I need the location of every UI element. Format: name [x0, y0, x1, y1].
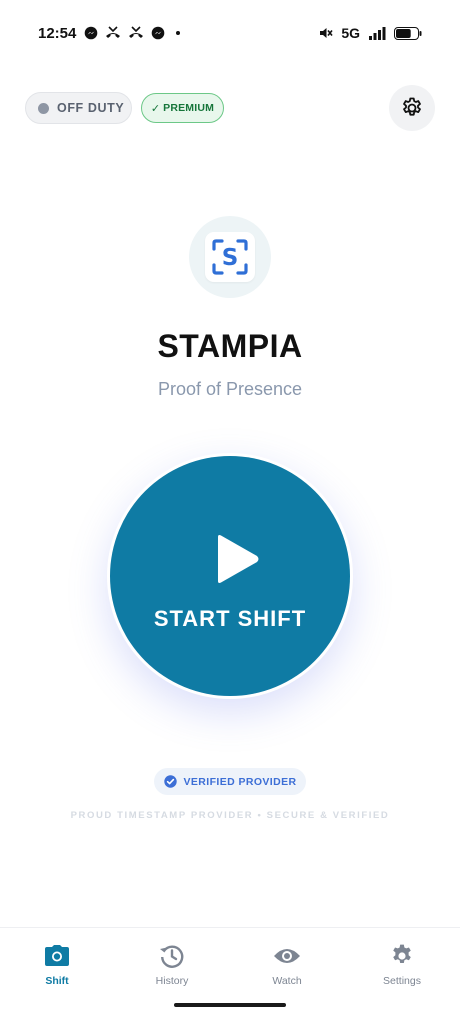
- status-bar: 12:54 5G: [0, 0, 460, 68]
- start-shift-button[interactable]: START SHIFT: [107, 453, 353, 699]
- status-time: 12:54: [38, 25, 77, 42]
- verified-provider-badge: VERIFIED PROVIDER: [154, 768, 306, 795]
- nav-label: Watch: [272, 975, 302, 987]
- app-logo: S: [189, 216, 271, 298]
- notification-icons: [84, 26, 180, 40]
- nav-item-settings[interactable]: Settings: [357, 942, 447, 987]
- play-icon: [218, 535, 259, 583]
- home-indicator[interactable]: [174, 1003, 286, 1007]
- missed-call-icon: [129, 26, 143, 38]
- messenger-icon: [84, 26, 98, 40]
- app-subtitle: Proof of Presence: [157, 379, 303, 399]
- premium-badge[interactable]: ✓ PREMIUM: [141, 93, 224, 123]
- system-icons: 5G: [318, 25, 422, 41]
- battery-icon: [394, 26, 422, 40]
- nav-label: Shift: [45, 975, 69, 987]
- more-notifications-dot: [176, 31, 180, 35]
- network-type: 5G: [341, 25, 360, 41]
- verified-label: VERIFIED PROVIDER: [183, 775, 297, 788]
- camera-icon: [45, 945, 69, 966]
- nav-label: Settings: [383, 975, 421, 987]
- gear-icon: [403, 97, 421, 116]
- mute-icon: [320, 28, 333, 38]
- messenger-icon: [151, 26, 165, 40]
- nav-label: History: [155, 975, 189, 987]
- eye-icon: [274, 949, 300, 963]
- stampia-logo-icon: S: [212, 239, 248, 275]
- settings-button[interactable]: [389, 85, 435, 131]
- nav-item-history[interactable]: History: [127, 942, 217, 987]
- signal-icon: [369, 26, 386, 40]
- bottom-navigation: Shift History Watch Settings: [0, 927, 460, 1025]
- svg-text:S: S: [222, 245, 239, 271]
- nav-item-shift[interactable]: Shift: [12, 942, 102, 987]
- verified-check-icon: [163, 775, 177, 788]
- app-title: STAMPIA: [157, 328, 303, 364]
- history-icon: [160, 945, 184, 968]
- logo-badge: S: [205, 232, 255, 282]
- missed-call-icon: [106, 26, 120, 38]
- duty-status-chip[interactable]: OFF DUTY: [25, 92, 132, 124]
- nav-item-watch[interactable]: Watch: [242, 942, 332, 987]
- premium-label: PREMIUM: [163, 102, 215, 114]
- start-shift-circle: START SHIFT: [110, 456, 350, 696]
- start-shift-label: START SHIFT: [153, 606, 307, 631]
- gear-icon: [393, 944, 411, 964]
- check-icon: ✓: [150, 102, 161, 115]
- duty-status-label: OFF DUTY: [57, 101, 125, 115]
- status-dot: [38, 102, 49, 114]
- tagline: PROUD TIMESTAMP PROVIDER • SECURE & VERI…: [70, 810, 390, 821]
